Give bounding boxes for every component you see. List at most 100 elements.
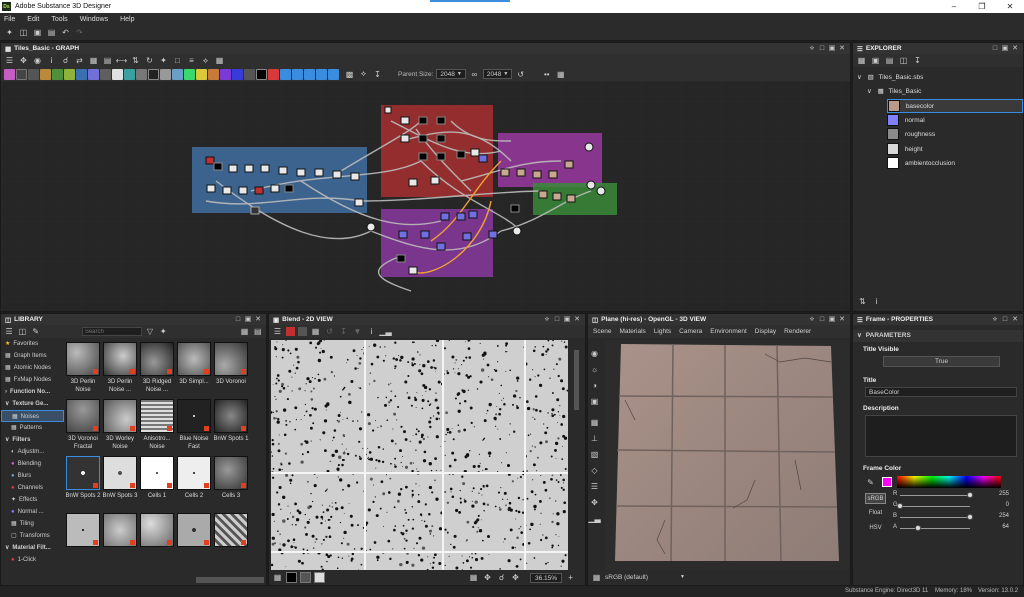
library-thumb[interactable] — [177, 513, 211, 547]
redo-icon[interactable]: ↷ — [74, 27, 85, 38]
maximize-panel-icon[interactable]: ▣ — [827, 43, 837, 54]
wireframe-icon[interactable]: ◇ — [589, 465, 600, 476]
wand-icon[interactable]: ✦ — [158, 55, 169, 66]
float-icon[interactable]: □ — [552, 314, 562, 325]
slider-knob[interactable] — [966, 514, 973, 520]
graph-pin-icon[interactable]: ⟡ — [200, 55, 211, 66]
center-icon[interactable]: ✥ — [510, 572, 521, 583]
category-favorites[interactable]: ★ Favorites — [1, 338, 64, 350]
dependency-icon[interactable]: ⇅ — [857, 296, 868, 307]
light-icon[interactable]: ☼ — [589, 364, 600, 375]
align-icon[interactable]: ▦ — [88, 55, 99, 66]
node-fxmap-icon[interactable] — [208, 68, 219, 80]
node-warp-icon[interactable] — [76, 68, 87, 80]
node-hsl-icon[interactable] — [40, 68, 51, 80]
menu-environment[interactable]: Environment — [710, 328, 747, 335]
category-tiling[interactable]: ▦ Tiling — [1, 518, 64, 530]
library-thumb[interactable] — [140, 399, 174, 433]
node-bitmap-icon[interactable] — [16, 68, 27, 80]
library-thumb[interactable] — [103, 342, 137, 376]
frame-purple-top[interactable] — [498, 133, 602, 187]
node-curve-icon[interactable] — [100, 68, 111, 80]
node-pin-icon[interactable] — [304, 68, 315, 80]
fit-icon[interactable]: ✥ — [482, 572, 493, 583]
node-emboss-icon[interactable] — [184, 68, 195, 80]
folder-icon[interactable]: ◫ — [898, 55, 909, 66]
slider-knob[interactable] — [914, 525, 921, 531]
channel-value[interactable]: 255 — [999, 491, 1009, 497]
node-output-icon[interactable] — [268, 68, 279, 80]
close-panel-icon[interactable]: ✕ — [837, 314, 847, 325]
export-image-icon[interactable]: ↧ — [338, 326, 349, 337]
layers-icon[interactable]: ☰ — [589, 481, 600, 492]
zoom-icon[interactable]: ☌ — [496, 572, 507, 583]
node-uniform-color-icon[interactable] — [4, 68, 15, 80]
category-texture-generators[interactable]: ∨ Texture Ge... — [1, 398, 64, 410]
color-picker-icon[interactable]: ▦ — [272, 572, 283, 583]
viewport-3d[interactable] — [605, 340, 849, 570]
menu-camera[interactable]: Camera — [679, 328, 702, 335]
histogram-icon[interactable]: ▁▃ — [379, 326, 391, 337]
library-thumb[interactable] — [103, 456, 137, 490]
library-thumb[interactable] — [214, 342, 248, 376]
category-effects[interactable]: ✦ Effects — [1, 494, 64, 506]
node-levels-icon[interactable] — [28, 68, 39, 80]
view2d-settings-icon[interactable]: ☰ — [272, 326, 283, 337]
library-thumb[interactable] — [177, 399, 211, 433]
output-row-basecolor[interactable]: basecolor — [887, 99, 1023, 113]
environment-icon[interactable]: ◑ — [589, 380, 600, 391]
close-panel-icon[interactable]: ✕ — [1010, 43, 1020, 54]
slider-knob[interactable] — [897, 503, 903, 509]
axis-icon[interactable]: ⊥ — [589, 433, 600, 444]
output-row-roughness[interactable]: roughness — [887, 128, 935, 142]
library-edit-icon[interactable]: ✎ — [31, 326, 41, 337]
size-select[interactable]: 2048 ▼ — [482, 69, 513, 79]
channel-value[interactable]: 254 — [999, 513, 1009, 519]
info-icon[interactable]: i — [871, 296, 882, 307]
undo-icon[interactable]: ↶ — [60, 27, 71, 38]
mode-srgb-button[interactable]: sRGB — [865, 493, 886, 504]
node-noise-icon[interactable] — [136, 68, 147, 80]
library-thumb[interactable] — [140, 342, 174, 376]
output-row-ambientocclusion[interactable]: ambientocclusion — [887, 157, 955, 171]
rotate-icon[interactable]: ↻ — [144, 55, 155, 66]
menu-display[interactable]: Display — [755, 328, 776, 335]
dropdown-icon[interactable]: ▼ — [352, 326, 363, 337]
gizmo-icon[interactable]: ✥ — [589, 497, 600, 508]
pin-marker-icon[interactable]: ⟡ — [358, 69, 369, 80]
float-icon[interactable]: □ — [817, 314, 827, 325]
export-icon[interactable]: ↧ — [372, 69, 383, 80]
reset-size-icon[interactable]: ↺ — [515, 69, 526, 80]
library-thumb[interactable] — [140, 456, 174, 490]
new-package-icon[interactable]: ✦ — [4, 27, 15, 38]
node-input-icon[interactable] — [256, 68, 267, 80]
new-icon[interactable]: ▦ — [856, 55, 867, 66]
node-transform-icon[interactable] — [124, 68, 135, 80]
zoom-in-icon[interactable]: + — [565, 572, 576, 583]
pin-icon[interactable]: ⟡ — [990, 314, 1000, 325]
close-panel-icon[interactable]: ✕ — [253, 314, 263, 325]
layout-icon[interactable]: ▤ — [102, 55, 113, 66]
library-thumb[interactable] — [66, 456, 100, 490]
maximize-panel-icon[interactable]: ▣ — [827, 314, 837, 325]
output-row-normal[interactable]: normal — [887, 114, 925, 128]
category-graph-items[interactable]: ▦ Graph Items — [1, 350, 64, 362]
category-channels[interactable]: ● Channels — [1, 482, 64, 494]
save-icon[interactable]: ▣ — [32, 27, 43, 38]
menu-edit[interactable]: Edit — [27, 16, 39, 23]
library-filter-icon[interactable]: ◫ — [17, 326, 27, 337]
category-normal-map[interactable]: ● Normal ... — [1, 506, 64, 518]
node-frame-icon[interactable] — [280, 68, 291, 80]
bg-black-icon[interactable] — [286, 572, 297, 583]
maximize-panel-icon[interactable]: ▣ — [562, 314, 572, 325]
node-channels-icon[interactable] — [148, 68, 159, 80]
menu-materials[interactable]: Materials — [619, 328, 645, 335]
library-thumb[interactable] — [177, 456, 211, 490]
category-1-click[interactable]: ● 1-Click — [1, 554, 64, 566]
bg-white-icon[interactable] — [314, 572, 325, 583]
export-icon[interactable]: ↧ — [912, 55, 923, 66]
channel-value[interactable]: 0 — [1006, 502, 1009, 508]
close-panel-icon[interactable]: ✕ — [572, 314, 582, 325]
category-filters[interactable]: ∨ Filters — [1, 434, 64, 446]
stats-icon[interactable]: ▁▃ — [588, 513, 600, 524]
